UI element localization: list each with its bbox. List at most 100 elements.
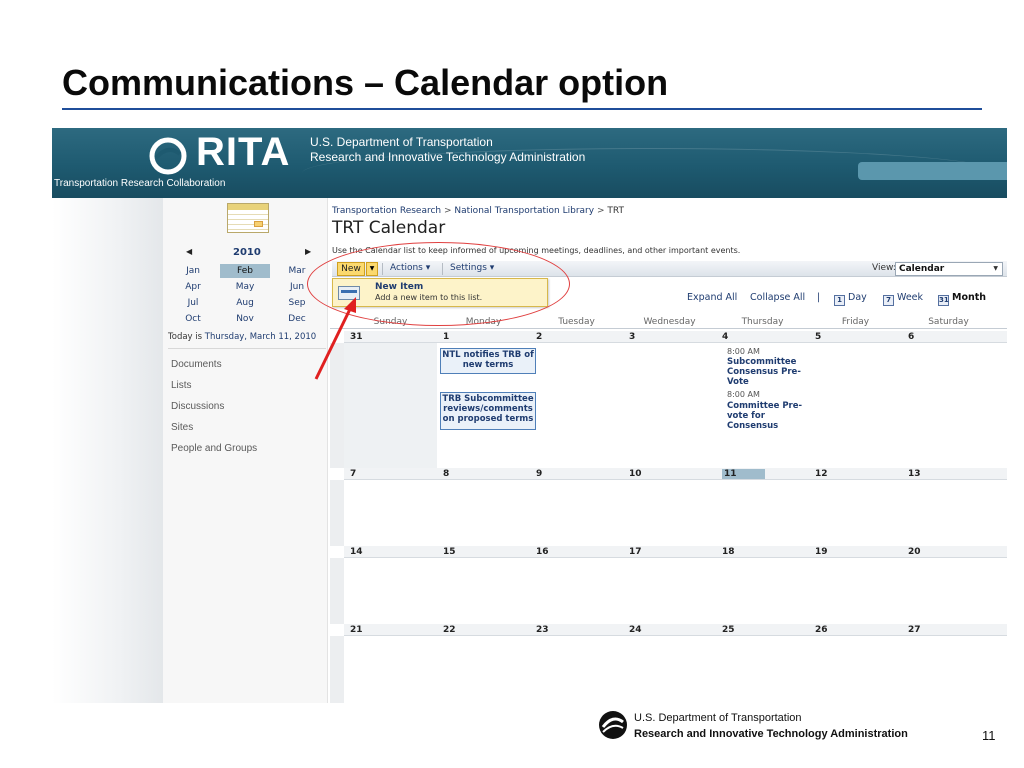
date-cell[interactable]: 27 [908,625,921,635]
date-cell[interactable]: 5 [815,332,821,342]
month-feb[interactable]: Feb [220,264,270,278]
weekday-label: Wednesday [643,317,696,327]
view-label: View: [872,263,896,273]
date-cell[interactable]: 9 [536,469,542,479]
date-cell[interactable]: 13 [908,469,921,479]
date-cell[interactable]: 4 [722,332,728,342]
date-cell[interactable]: 19 [815,547,828,557]
date-cell[interactable]: 1 [443,332,449,342]
date-cell[interactable]: 22 [443,625,456,635]
page-title: TRT Calendar [332,218,446,238]
date-cell[interactable]: 12 [815,469,828,479]
calendar-event[interactable]: Committee Pre-vote for Consensus [727,401,815,431]
month-nov[interactable]: Nov [220,312,270,326]
nav-discussions[interactable]: Discussions [171,401,224,412]
week-view-button[interactable]: 7 Week [883,292,923,306]
day-view-icon: 1 [834,295,845,306]
date-cell[interactable]: 6 [908,332,914,342]
date-cell[interactable]: 8 [443,469,449,479]
calendar-week: 31 1 2 3 4 5 6 NTL notifies TRB of new t… [330,331,1007,468]
event-time: 8:00 AM [727,347,760,356]
date-cell[interactable]: 20 [908,547,921,557]
breadcrumb-item[interactable]: Transportation Research [332,206,441,216]
dept-line-2: Research and Innovative Technology Admin… [310,150,586,164]
calendar-event[interactable]: NTL notifies TRB of new terms [440,348,536,374]
left-gutter [52,198,163,703]
today-prefix: Today is [168,332,205,342]
title-rule [62,108,982,110]
date-cell[interactable]: 17 [629,547,642,557]
month-jan[interactable]: Jan [168,264,218,278]
week-gutter [330,480,344,546]
left-navigation: ◀ 2010 ▶ Jan Feb Mar Apr May Jun Jul Aug… [163,198,328,703]
rita-logo-icon [149,137,187,175]
date-cell[interactable]: 7 [350,469,356,479]
calendar-event[interactable]: Subcommittee Consensus Pre-Vote [727,357,815,387]
breadcrumb-item[interactable]: National Transportation Library [454,206,594,216]
weekday-label: Tuesday [558,317,595,327]
expand-all-link[interactable]: Expand All [687,292,737,303]
today-date-cell[interactable]: 11 [722,469,765,479]
collapse-all-link[interactable]: Collapse All [750,292,805,303]
divider [168,348,326,349]
dept-line-1: U.S. Department of Transportation [310,135,493,149]
rita-logo-text: RITA [196,130,291,174]
date-cell[interactable]: 18 [722,547,735,557]
footer-dept: U.S. Department of Transportation [634,712,802,724]
week-view-label: Week [897,292,924,303]
month-view-button[interactable]: 31 Month [938,292,986,306]
month-view-label: Month [952,292,987,303]
site-name[interactable]: Transportation Research Collaboration [54,178,225,189]
calendar-icon [227,203,269,233]
today-date-link[interactable]: Thursday, March 11, 2010 [205,332,316,342]
footer-agency: Research and Innovative Technology Admin… [634,728,908,740]
date-cell[interactable]: 21 [350,625,363,635]
date-cell[interactable]: 14 [350,547,363,557]
date-cell[interactable]: 25 [722,625,735,635]
week-dates: 31 1 2 3 4 5 6 [344,331,1007,343]
pointer-arrow-icon [314,297,356,380]
date-cell[interactable]: 26 [815,625,828,635]
nav-documents[interactable]: Documents [171,359,222,370]
month-oct[interactable]: Oct [168,312,218,326]
chevron-down-icon: ▼ [993,265,998,272]
today-text: Today is Thursday, March 11, 2010 [168,332,316,342]
date-cell[interactable]: 16 [536,547,549,557]
weekday-label: Saturday [928,317,969,327]
month-apr[interactable]: Apr [168,280,218,294]
weekday-label: Thursday [741,317,784,327]
dot-logo-icon [599,711,627,739]
nav-people-and-groups[interactable]: People and Groups [171,443,257,454]
month-aug[interactable]: Aug [220,296,270,310]
chevron-left-icon[interactable]: ◀ [186,247,192,256]
divider: | [817,292,821,303]
date-cell[interactable]: 2 [536,332,542,342]
site-banner: RITA U.S. Department of Transportation R… [52,128,1007,198]
month-jul[interactable]: Jul [168,296,218,310]
view-select[interactable]: Calendar ▼ [895,262,1003,276]
week-dates: 14 15 16 17 18 19 20 [344,546,1007,558]
calendar-week: 21 22 23 24 25 26 27 [330,624,1007,703]
slide-title: Communications – Calendar option [62,62,669,103]
week-dates: 7 8 9 10 11 12 13 [344,468,1007,480]
search-input[interactable] [858,162,1007,180]
weekday-label: Friday [841,317,870,327]
date-cell[interactable]: 15 [443,547,456,557]
nav-lists[interactable]: Lists [171,380,192,391]
page-number: 11 [982,728,996,743]
date-cell[interactable]: 10 [629,469,642,479]
month-may[interactable]: May [220,280,270,294]
week-dates: 21 22 23 24 25 26 27 [344,624,1007,636]
sharepoint-screenshot: RITA U.S. Department of Transportation R… [52,128,1007,703]
year-navigator: ◀ 2010 ▶ [168,245,326,261]
breadcrumb-current: TRT [607,206,624,216]
date-cell[interactable]: 3 [629,332,635,342]
nav-sites[interactable]: Sites [171,422,193,433]
chevron-right-icon[interactable]: ▶ [305,247,311,256]
day-view-button[interactable]: 1 Day [834,292,867,306]
event-time: 8:00 AM [727,390,760,399]
calendar-event[interactable]: TRB Subcommittee reviews/comments on pro… [440,392,536,430]
calendar-week: 7 8 9 10 11 12 13 [330,468,1007,546]
date-cell[interactable]: 23 [536,625,549,635]
date-cell[interactable]: 24 [629,625,642,635]
